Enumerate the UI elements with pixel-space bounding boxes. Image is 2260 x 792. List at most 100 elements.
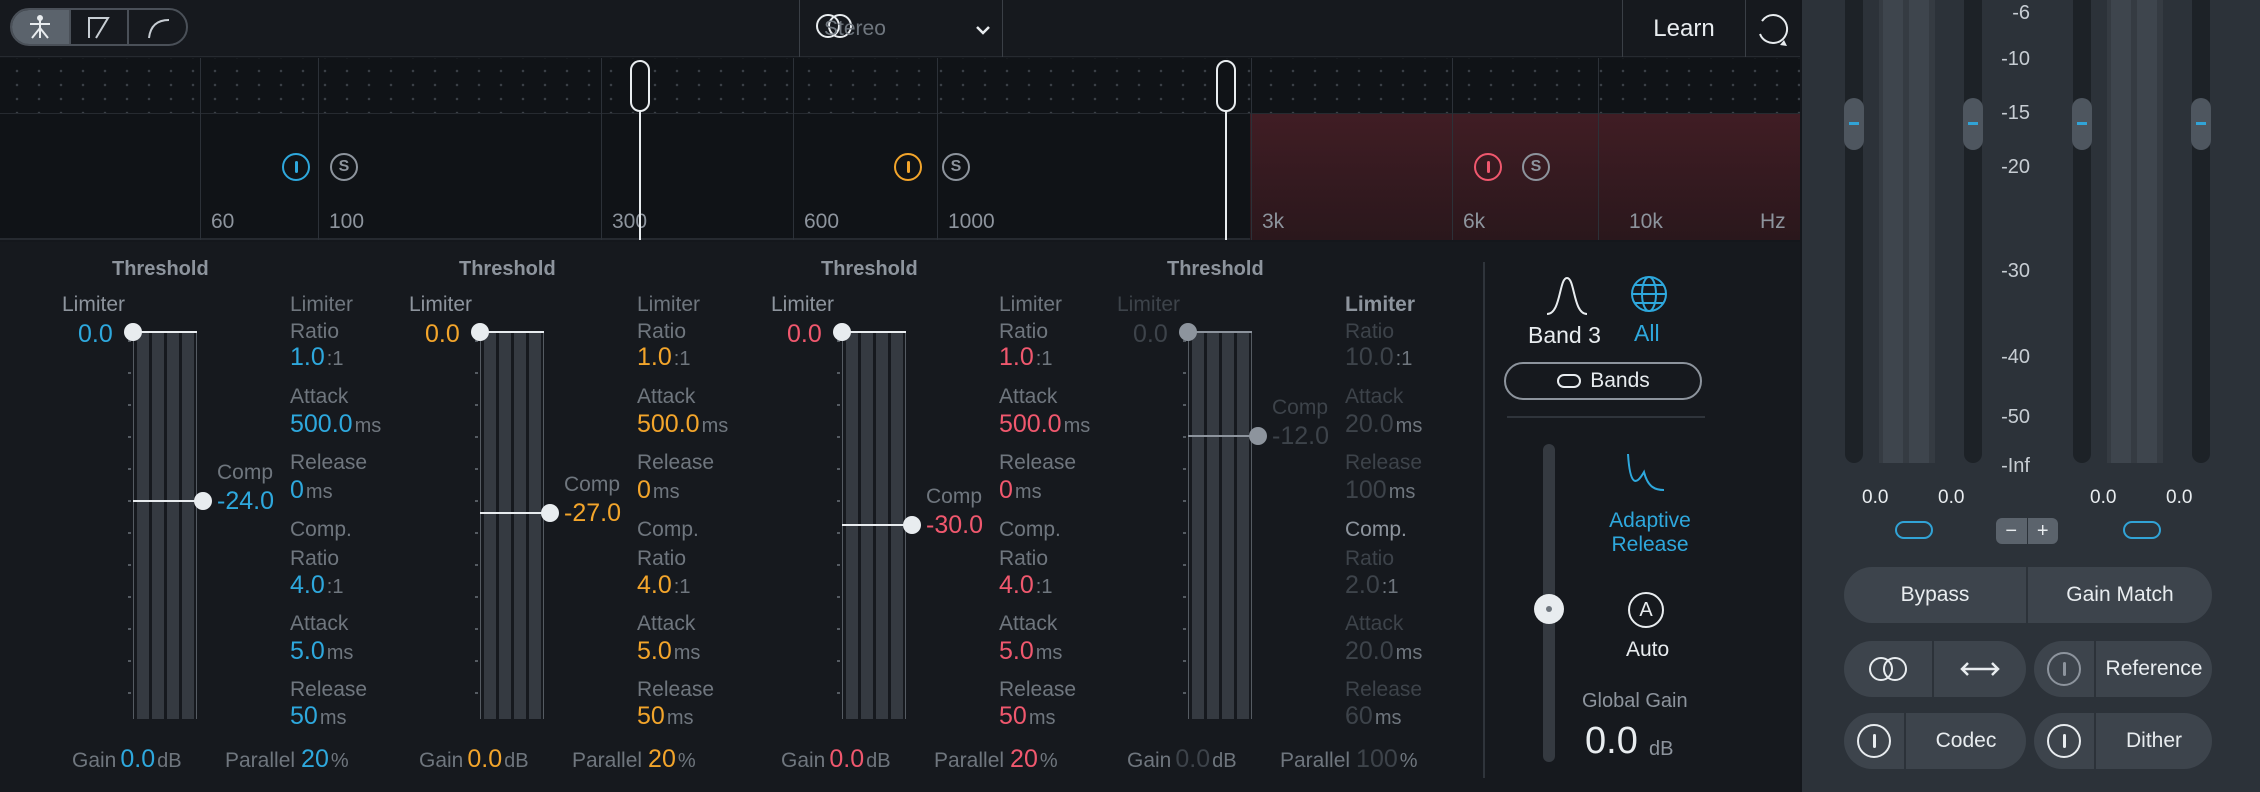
band-3-enable-icon[interactable] — [1474, 153, 1502, 181]
input-left-fader[interactable] — [1844, 98, 1864, 150]
spectrum-display[interactable]: 60 100 300 600 1000 3k 6k 10k Hz S S S — [0, 58, 1800, 240]
comp-release-value[interactable]: 60 ms — [1345, 702, 1401, 731]
stereo-dropdown[interactable]: Stereo — [799, 0, 1003, 57]
link-bands-button[interactable]: Bands — [1504, 362, 1702, 400]
sprite-icon[interactable] — [12, 10, 71, 44]
comp-attack-value[interactable]: 20.0 ms — [1345, 637, 1422, 666]
crossover-handle-1[interactable] — [630, 60, 650, 112]
reference-button[interactable]: Reference — [2096, 641, 2212, 697]
parallel-number: 20 — [648, 745, 676, 773]
comp-attack-value[interactable]: 5.0 ms — [290, 637, 353, 666]
limiter-threshold-value[interactable]: 0.0 — [425, 320, 460, 349]
comp-threshold-value[interactable]: -30.0 — [926, 511, 983, 540]
band-parallel[interactable]: Parallel 20% — [223, 745, 349, 774]
limiter-release-value[interactable]: 100 ms — [1345, 476, 1415, 505]
band-1-enable-icon[interactable] — [282, 153, 310, 181]
limiter-ratio-value[interactable]: 10.0:1 — [1345, 343, 1412, 372]
plus-button[interactable]: + — [2028, 518, 2059, 544]
release-text: Release — [1611, 533, 1689, 556]
comp-attack-value[interactable]: 5.0 ms — [999, 637, 1062, 666]
limiter-release-value[interactable]: 0 ms — [637, 476, 680, 505]
minus-button[interactable]: − — [1996, 518, 2028, 544]
limiter-threshold-handle[interactable] — [1179, 323, 1197, 341]
output-right-fader[interactable] — [2191, 98, 2211, 150]
limiter-attack-value[interactable]: 500.0 ms — [637, 410, 728, 439]
comp-ratio-value[interactable]: 4.0:1 — [637, 571, 690, 600]
crossover-handle-2[interactable] — [1216, 60, 1236, 112]
limiter-threshold-value[interactable]: 0.0 — [78, 320, 113, 349]
band-parallel[interactable]: Parallel 20% — [932, 745, 1058, 774]
band-gain[interactable]: Gain 0.0 dB — [779, 745, 891, 774]
learn-button[interactable]: Learn — [1622, 0, 1746, 57]
limiter-ratio-value[interactable]: 1.0:1 — [637, 343, 690, 372]
limiter-threshold-value[interactable]: 0.0 — [1133, 320, 1168, 349]
comp-threshold-value[interactable]: -27.0 — [564, 499, 621, 528]
bypass-button[interactable]: Bypass — [1844, 567, 2026, 623]
comp-ratio-value[interactable]: 2.0:1 — [1345, 571, 1398, 600]
output-right-value[interactable]: 0.0 — [2166, 487, 2192, 509]
comp-threshold-handle[interactable] — [194, 492, 212, 510]
band-parallel[interactable]: Parallel 20% — [570, 745, 696, 774]
codec-button[interactable]: Codec — [1906, 713, 2026, 769]
reference-power-button[interactable] — [2034, 641, 2094, 697]
dither-button[interactable]: Dither — [2096, 713, 2212, 769]
limiter-threshold-value[interactable]: 0.0 — [787, 320, 822, 349]
input-right-value[interactable]: 0.0 — [1938, 487, 1964, 509]
output-link-icon[interactable] — [2123, 521, 2161, 539]
comp-threshold-value[interactable]: -12.0 — [1272, 422, 1329, 451]
limiter-attack-value[interactable]: 500.0 ms — [999, 410, 1090, 439]
band-2-enable-icon[interactable] — [894, 153, 922, 181]
band-gain[interactable]: Gain 0.0 dB — [70, 745, 182, 774]
gain-match-button[interactable]: Gain Match — [2028, 567, 2212, 623]
offset-stepper[interactable]: − + — [1996, 518, 2058, 544]
global-gain-knob[interactable] — [1534, 594, 1564, 624]
dither-power-button[interactable] — [2034, 713, 2094, 769]
comp-ratio-value[interactable]: 4.0:1 — [999, 571, 1052, 600]
band-1-solo-icon[interactable]: S — [330, 153, 358, 181]
band-3-solo-icon[interactable]: S — [1522, 153, 1550, 181]
comp-threshold-handle[interactable] — [1249, 427, 1267, 445]
curve-icon[interactable] — [129, 10, 186, 44]
comp-threshold-handle[interactable] — [903, 516, 921, 534]
percent-unit: % — [330, 750, 349, 772]
limiter-attack-value[interactable]: 20.0 ms — [1345, 410, 1422, 439]
global-gain-value[interactable]: 0.0 — [1585, 720, 1638, 763]
limiter-attack-value[interactable]: 500.0 ms — [290, 410, 381, 439]
output-left-value[interactable]: 0.0 — [2090, 487, 2116, 509]
band-gain[interactable]: Gain 0.0 dB — [417, 745, 529, 774]
limiter-threshold-handle[interactable] — [471, 323, 489, 341]
limiter-ratio-value[interactable]: 1.0:1 — [999, 343, 1052, 372]
limiter-release-value[interactable]: 0 ms — [999, 476, 1042, 505]
input-link-icon[interactable] — [1895, 521, 1933, 539]
scale-label: -20 — [2001, 156, 2030, 178]
limiter-ratio-value[interactable]: 1.0:1 — [290, 343, 343, 372]
meter-tick — [475, 500, 478, 502]
comp-threshold-handle[interactable] — [541, 504, 559, 522]
adaptive-release-label[interactable]: Adaptive Release — [1608, 509, 1692, 557]
global-gain-unit: dB — [1649, 738, 1674, 760]
comp-ratio-value[interactable]: 4.0:1 — [290, 571, 343, 600]
limiter-threshold-handle[interactable] — [124, 323, 142, 341]
input-left-value[interactable]: 0.0 — [1862, 487, 1888, 509]
limiter-threshold-handle[interactable] — [833, 323, 851, 341]
comp-attack-value[interactable]: 5.0 ms — [637, 637, 700, 666]
globe-icon[interactable] — [1629, 274, 1669, 319]
limiter-release-value[interactable]: 0 ms — [290, 476, 333, 505]
band-gain[interactable]: Gain 0.0 dB — [1125, 745, 1237, 774]
band-parallel[interactable]: Parallel 100% — [1278, 745, 1418, 774]
bell-filter-icon[interactable] — [71, 10, 130, 44]
adaptive-release-icon[interactable] — [1626, 452, 1666, 499]
band-2-solo-icon[interactable]: S — [942, 153, 970, 181]
comp-release-value[interactable]: 50 ms — [637, 702, 693, 731]
bell-filter-icon[interactable] — [1545, 274, 1589, 323]
comp-threshold-value[interactable]: -24.0 — [217, 487, 274, 516]
codec-power-button[interactable] — [1844, 713, 1904, 769]
stereo-mode-button[interactable] — [1844, 641, 1932, 697]
swap-channels-button[interactable] — [1934, 641, 2026, 697]
history-icon[interactable] — [1746, 0, 1800, 57]
comp-release-value[interactable]: 50 ms — [999, 702, 1055, 731]
auto-icon[interactable]: A — [1628, 592, 1664, 628]
output-left-fader[interactable] — [2072, 98, 2092, 150]
all-label[interactable]: All — [1634, 320, 1660, 347]
comp-release-value[interactable]: 50 ms — [290, 702, 346, 731]
